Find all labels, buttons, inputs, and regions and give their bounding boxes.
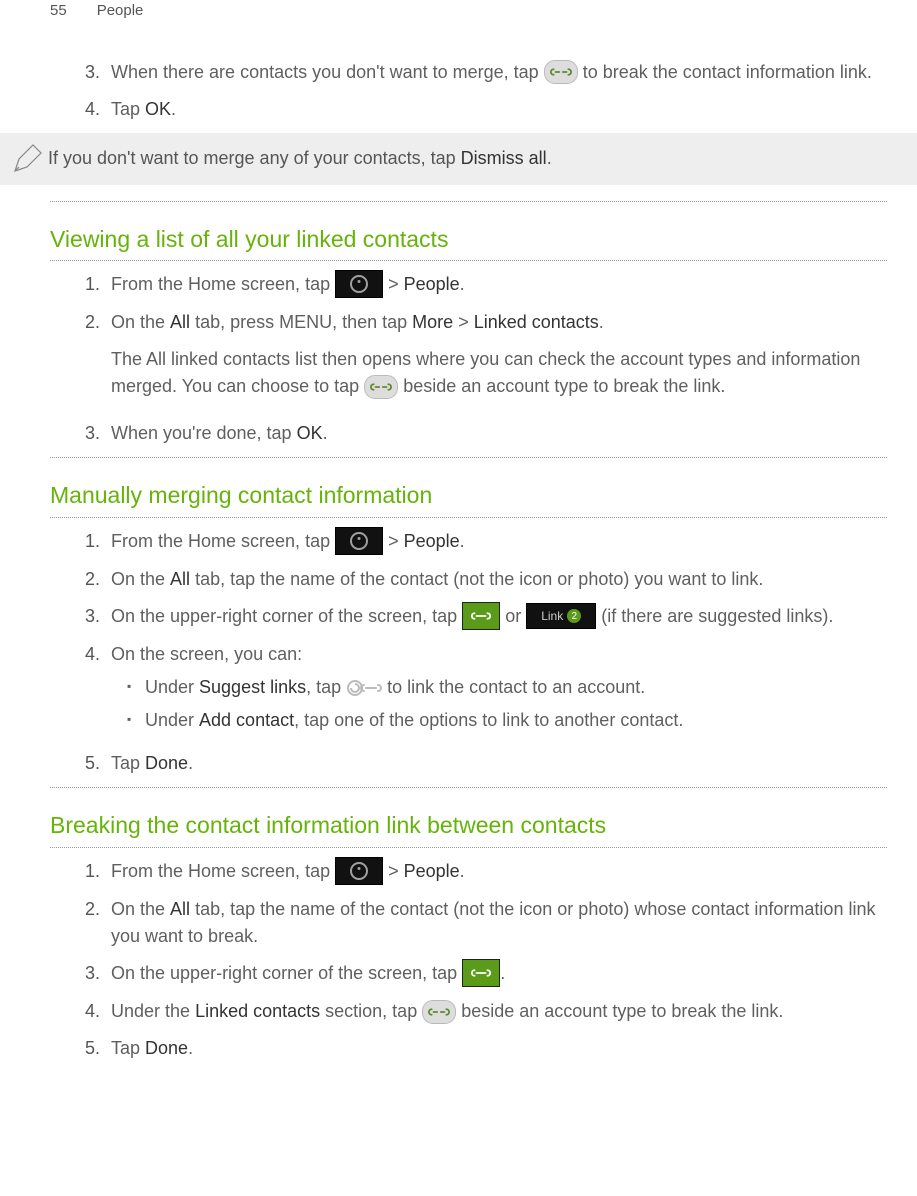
account-link-icon [346, 678, 382, 698]
link-count-badge: 2 [567, 609, 581, 623]
link-suggest-icon: Link 2 [526, 603, 596, 629]
step-number: 1. [85, 858, 111, 886]
step-text: When you're done, tap OK. [111, 420, 887, 447]
note-text: If you don't want to merge any of your c… [48, 145, 887, 172]
page-number: 55 [50, 0, 67, 23]
pencil-icon [6, 143, 48, 175]
step-number: 2. [85, 566, 111, 593]
section2-steps: 1. From the Home screen, tap > People. 2… [85, 528, 887, 778]
step-text: From the Home screen, tap > People. [111, 858, 887, 886]
step-number: 1. [85, 271, 111, 299]
step-number: 2. [85, 309, 111, 410]
step-text: On the upper-right corner of the screen,… [111, 960, 887, 988]
break-link-icon [544, 60, 578, 84]
section-heading: Manually merging contact information [50, 478, 887, 513]
break-link-icon [422, 1000, 456, 1024]
step-number: 4. [85, 96, 111, 123]
step-number: 4. [85, 641, 111, 740]
apps-icon [335, 857, 383, 885]
divider [50, 457, 887, 458]
step-text: On the upper-right corner of the screen,… [111, 603, 887, 631]
section-heading: Breaking the contact information link be… [50, 808, 887, 843]
divider [50, 260, 887, 261]
step-number: 3. [85, 960, 111, 988]
section3-steps: 1. From the Home screen, tap > People. 2… [85, 858, 887, 1063]
step-text: On the All tab, tap the name of the cont… [111, 566, 887, 593]
step-number: 2. [85, 896, 111, 950]
divider [50, 787, 887, 788]
step-number: 3. [85, 420, 111, 447]
step-number: 1. [85, 528, 111, 556]
step-text: Tap Done. [111, 1035, 887, 1062]
divider [50, 847, 887, 848]
bullet: ▪ [127, 674, 145, 701]
break-link-icon [364, 375, 398, 399]
bullet: ▪ [127, 707, 145, 734]
page-header: 55 People [50, 0, 887, 23]
link-icon [462, 602, 500, 630]
apps-icon [335, 270, 383, 298]
step-text: From the Home screen, tap > People. [111, 271, 887, 299]
divider [50, 201, 887, 202]
section-name: People [97, 0, 144, 23]
note-box: If you don't want to merge any of your c… [0, 133, 917, 185]
step-paragraph: The All linked contacts list then opens … [111, 346, 887, 400]
step-text: When there are contacts you don't want t… [111, 59, 887, 86]
sub-list: ▪ Under Suggest links, tap [111, 674, 887, 734]
step-text: From the Home screen, tap > People. [111, 528, 887, 556]
link-icon [462, 959, 500, 987]
step-text: On the All tab, press MENU, then tap Mor… [111, 309, 887, 410]
step-text: Tap Done. [111, 750, 887, 777]
step-number: 5. [85, 1035, 111, 1062]
step-number: 3. [85, 59, 111, 86]
step-number: 3. [85, 603, 111, 631]
section1-steps: 1. From the Home screen, tap > People. 2… [85, 271, 887, 447]
step-number: 5. [85, 750, 111, 777]
step-text: Under the Linked contacts section, tap b… [111, 998, 887, 1025]
step-text: On the All tab, tap the name of the cont… [111, 896, 887, 950]
step-number: 4. [85, 998, 111, 1025]
step-text: On the screen, you can: ▪ Under Suggest … [111, 641, 887, 740]
step-text: Tap OK. [111, 96, 887, 123]
apps-icon [335, 527, 383, 555]
intro-steps: 3. When there are contacts you don't wan… [85, 59, 887, 123]
section-heading: Viewing a list of all your linked contac… [50, 222, 887, 257]
divider [50, 517, 887, 518]
